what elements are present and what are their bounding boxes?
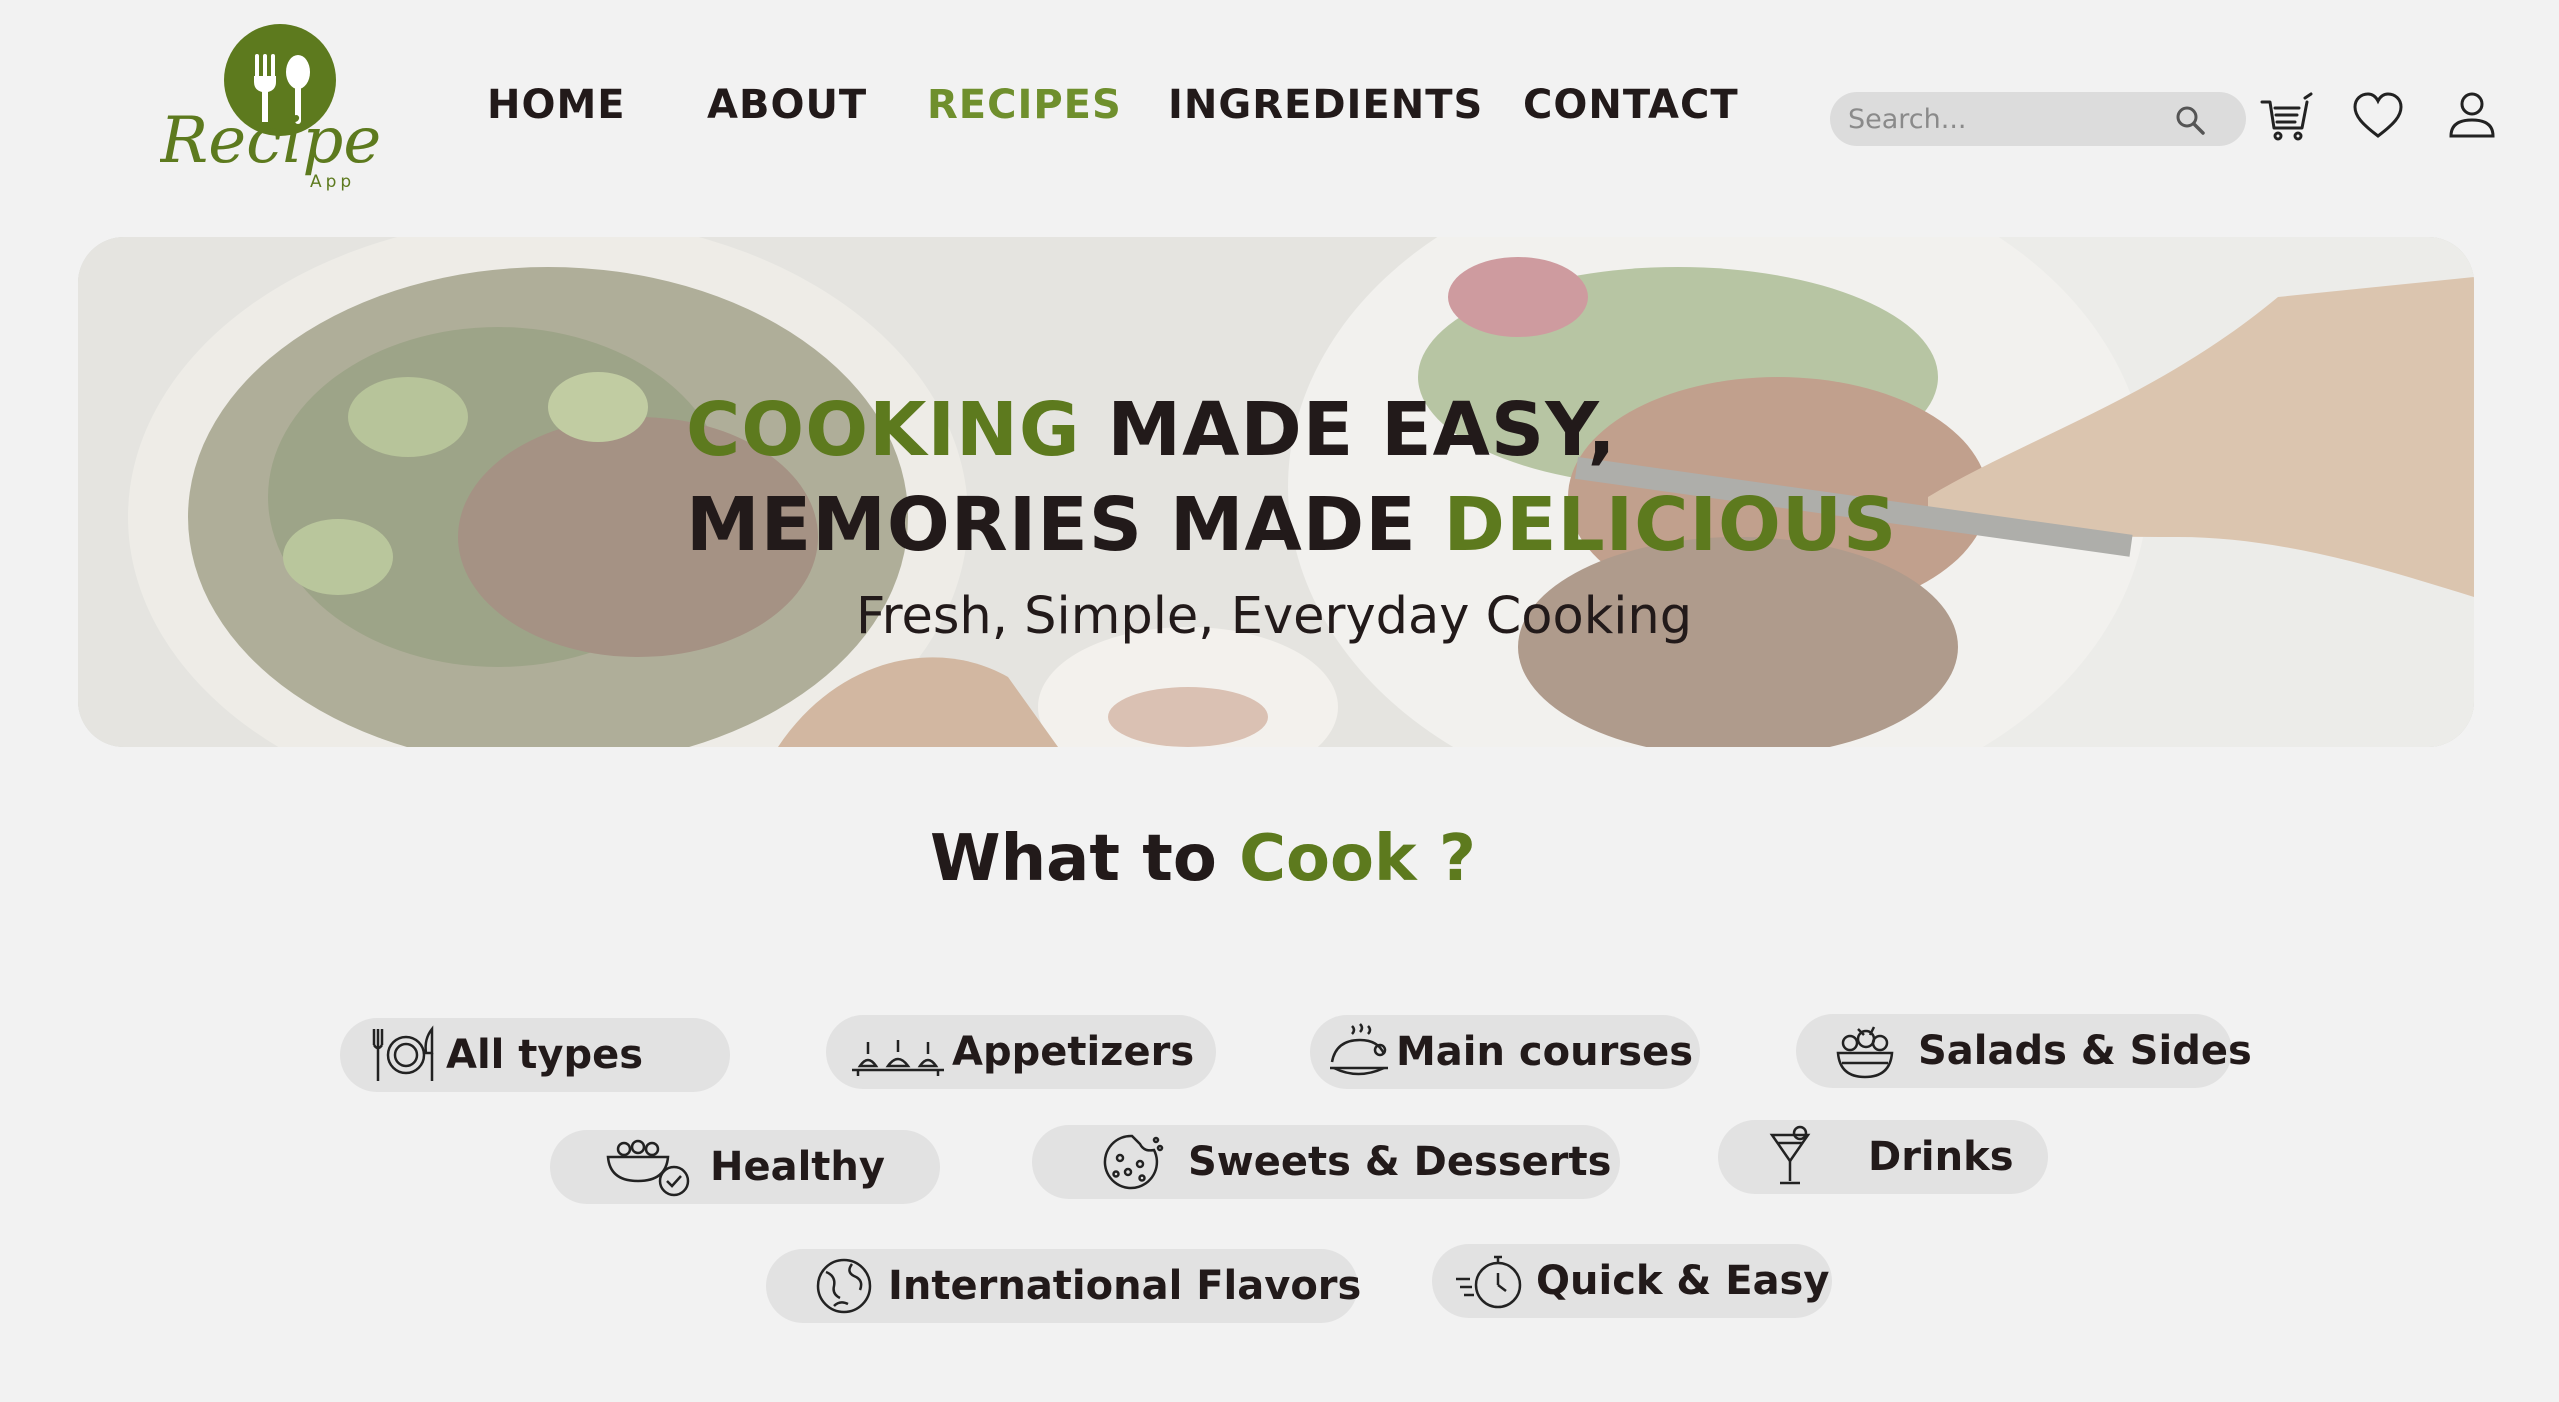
hero-banner: COOKING MADE EASY, MEMORIES MADE DELICIO… [78,237,2474,747]
section-title-plain: What to [930,822,1240,896]
hero-text: COOKING MADE EASY, MEMORIES MADE DELICIO… [78,237,2474,747]
search-icon[interactable] [2174,104,2206,136]
category-main-courses[interactable]: Main courses [1310,1015,1700,1089]
nav-about[interactable]: ABOUT [707,82,867,128]
category-label: International Flavors [888,1263,1362,1309]
hero-highlight-cooking: COOKING [686,387,1081,473]
cookie-icon [1082,1130,1182,1194]
roast-chicken-icon [1328,1020,1390,1084]
user-icon[interactable] [2444,88,2500,144]
category-drinks[interactable]: Drinks [1718,1120,2048,1194]
stopwatch-icon [1452,1249,1530,1313]
category-salads-sides[interactable]: Salads & Sides [1796,1014,2252,1088]
category-sweets-desserts[interactable]: Sweets & Desserts [1032,1125,1620,1199]
section-title: What to Cook ? [930,822,1476,896]
nav-contact[interactable]: CONTACT [1523,82,1739,128]
hero-headline-line-2: MEMORIES MADE DELICIOUS [686,482,1897,568]
category-healthy[interactable]: Healthy [550,1130,940,1204]
salad-bowl-icon [1832,1019,1912,1083]
nav-home[interactable]: HOME [487,82,626,128]
svg-text:Recipe: Recipe [160,104,381,178]
category-label: Salads & Sides [1918,1028,2252,1074]
category-label: Healthy [710,1144,885,1190]
cart-icon[interactable] [2259,88,2315,144]
hero-headline-rest-1: MADE EASY, [1080,387,1617,473]
hero-headline-line-1: COOKING MADE EASY, [686,387,1617,473]
section-title-highlight: Cook ? [1239,822,1476,896]
svg-text:App: App [310,172,355,192]
category-label: All types [446,1032,644,1078]
plate-cutlery-icon [370,1023,440,1087]
category-appetizers[interactable]: Appetizers [826,1015,1216,1089]
hero-highlight-delicious: DELICIOUS [1443,482,1898,568]
globe-icon [812,1254,882,1318]
category-quick-easy[interactable]: Quick & Easy [1432,1244,1832,1318]
category-international-flavors[interactable]: International Flavors [766,1249,1362,1323]
recipe-app-logo[interactable]: Recipe App [159,22,390,197]
category-label: Drinks [1868,1134,2014,1180]
search-input[interactable] [1848,92,2168,146]
category-label: Quick & Easy [1536,1258,1830,1304]
category-label: Appetizers [952,1029,1195,1075]
category-all-types[interactable]: All types [340,1018,730,1092]
cocktail-icon [1762,1125,1862,1189]
category-label: Sweets & Desserts [1188,1139,1612,1185]
search-bar [1830,92,2246,146]
hero-subtitle: Fresh, Simple, Everyday Cooking [856,587,1693,646]
appetizers-icon [850,1020,946,1084]
heart-icon[interactable] [2350,88,2406,144]
nav-ingredients[interactable]: INGREDIENTS [1168,82,1483,128]
hero-headline-rest-2: MEMORIES MADE [686,482,1444,568]
healthy-bowl-icon [604,1135,704,1199]
category-label: Main courses [1396,1029,1694,1075]
nav-recipes[interactable]: RECIPES [927,82,1122,128]
site-header: Recipe App HOME ABOUT RECIPES INGREDIENT… [0,0,2559,215]
